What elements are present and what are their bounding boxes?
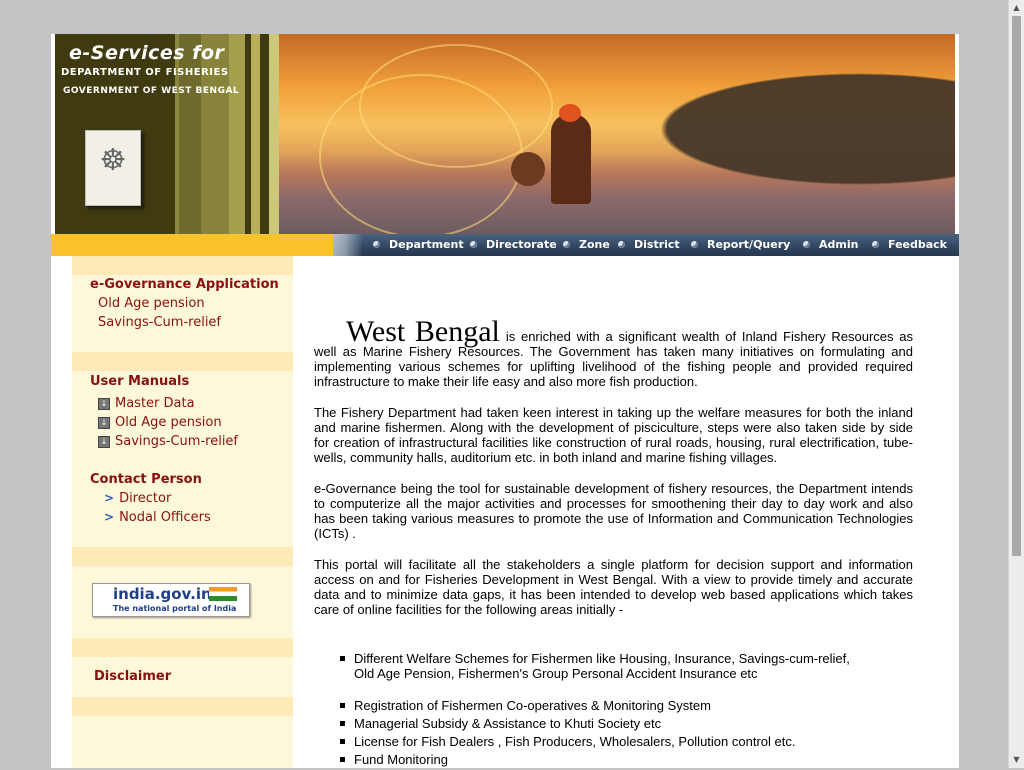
list-item: Managerial Subsidy & Assistance to Khuti… (340, 716, 914, 731)
list-item: Registration of Fishermen Co-operatives … (340, 698, 914, 713)
egov-link-savings-cum-relief[interactable]: Savings-Cum-relief (98, 315, 221, 330)
main-content: West Bengal is enriched with a significan… (314, 315, 913, 633)
manual-link-savings-cum-relief[interactable]: ↓ Savings-Cum-relief (98, 434, 238, 449)
paragraph-portal: This portal will facilitate all the stak… (314, 557, 913, 617)
manual-link-master-data[interactable]: ↓ Master Data (98, 396, 195, 411)
bullet-icon (470, 241, 477, 248)
nav-district[interactable]: District (618, 238, 680, 251)
chevron-right-icon: > (104, 510, 115, 524)
egov-heading: e-Governance Application (90, 277, 279, 292)
list-item: Different Welfare Schemes for Fishermen … (340, 651, 914, 681)
bullet-icon (618, 241, 625, 248)
list-item: License for Fish Dealers , Fish Producer… (340, 734, 914, 749)
india-portal-logo-text: india.gov.in (113, 585, 212, 603)
chevron-right-icon: > (104, 491, 115, 505)
contact-link-director[interactable]: > Director (104, 491, 171, 506)
vertical-scrollbar[interactable]: ▲ ▼ (1008, 0, 1024, 768)
paragraph-egovernance: e-Governance being the tool for sustaina… (314, 481, 913, 541)
bullet-icon (803, 241, 810, 248)
contact-link-nodal-officers[interactable]: > Nodal Officers (104, 510, 211, 525)
page-container: e-Services for DEPARTMENT OF FISHERIES G… (51, 34, 959, 768)
download-icon: ↓ (98, 398, 110, 410)
banner-title: e-Services for (69, 42, 225, 64)
main-nav: Department Directorate Zone District Rep… (333, 234, 959, 256)
intro-paragraph: West Bengal is enriched with a significan… (314, 315, 913, 390)
nav-admin[interactable]: Admin (803, 238, 858, 251)
india-gov-portal-link[interactable]: india.gov.in The national portal of Indi… (92, 583, 250, 617)
download-icon: ↓ (98, 417, 110, 429)
nav-directorate[interactable]: Directorate (470, 238, 557, 251)
nav-department[interactable]: Department (373, 238, 464, 251)
nav-zone[interactable]: Zone (563, 238, 610, 251)
india-portal-tagline: The national portal of India (113, 604, 237, 613)
services-list: Different Welfare Schemes for Fishermen … (340, 651, 914, 770)
nav-yellow-bar (51, 234, 333, 256)
user-manuals-heading: User Manuals (90, 374, 190, 389)
scroll-up-arrow-icon[interactable]: ▲ (1009, 0, 1024, 16)
left-sidebar: e-Governance Application Old Age pension… (72, 256, 293, 768)
bullet-icon (872, 241, 879, 248)
bullet-icon (563, 241, 570, 248)
manual-link-old-age-pension[interactable]: ↓ Old Age pension (98, 415, 222, 430)
state-emblem-icon: ☸ (85, 130, 141, 206)
download-icon: ↓ (98, 436, 110, 448)
list-item: Fund Monitoring (340, 752, 914, 767)
header-banner: e-Services for DEPARTMENT OF FISHERIES G… (55, 34, 955, 234)
nav-report-query[interactable]: Report/Query (691, 238, 790, 251)
india-flag-icon (209, 587, 237, 601)
bullet-icon (691, 241, 698, 248)
nav-feedback[interactable]: Feedback (872, 238, 947, 251)
scrollbar-thumb[interactable] (1012, 16, 1021, 556)
scroll-down-arrow-icon[interactable]: ▼ (1009, 752, 1024, 768)
banner-government: GOVERNMENT OF WEST BENGAL (63, 86, 240, 96)
egov-link-old-age-pension[interactable]: Old Age pension (98, 296, 205, 311)
disclaimer-link[interactable]: Disclaimer (94, 669, 171, 684)
banner-department: DEPARTMENT OF FISHERIES (61, 67, 229, 78)
fisherman-photo (279, 34, 955, 234)
contact-person-heading: Contact Person (90, 472, 202, 487)
paragraph-welfare: The Fishery Department had taken keen in… (314, 405, 913, 465)
bullet-icon (373, 241, 380, 248)
